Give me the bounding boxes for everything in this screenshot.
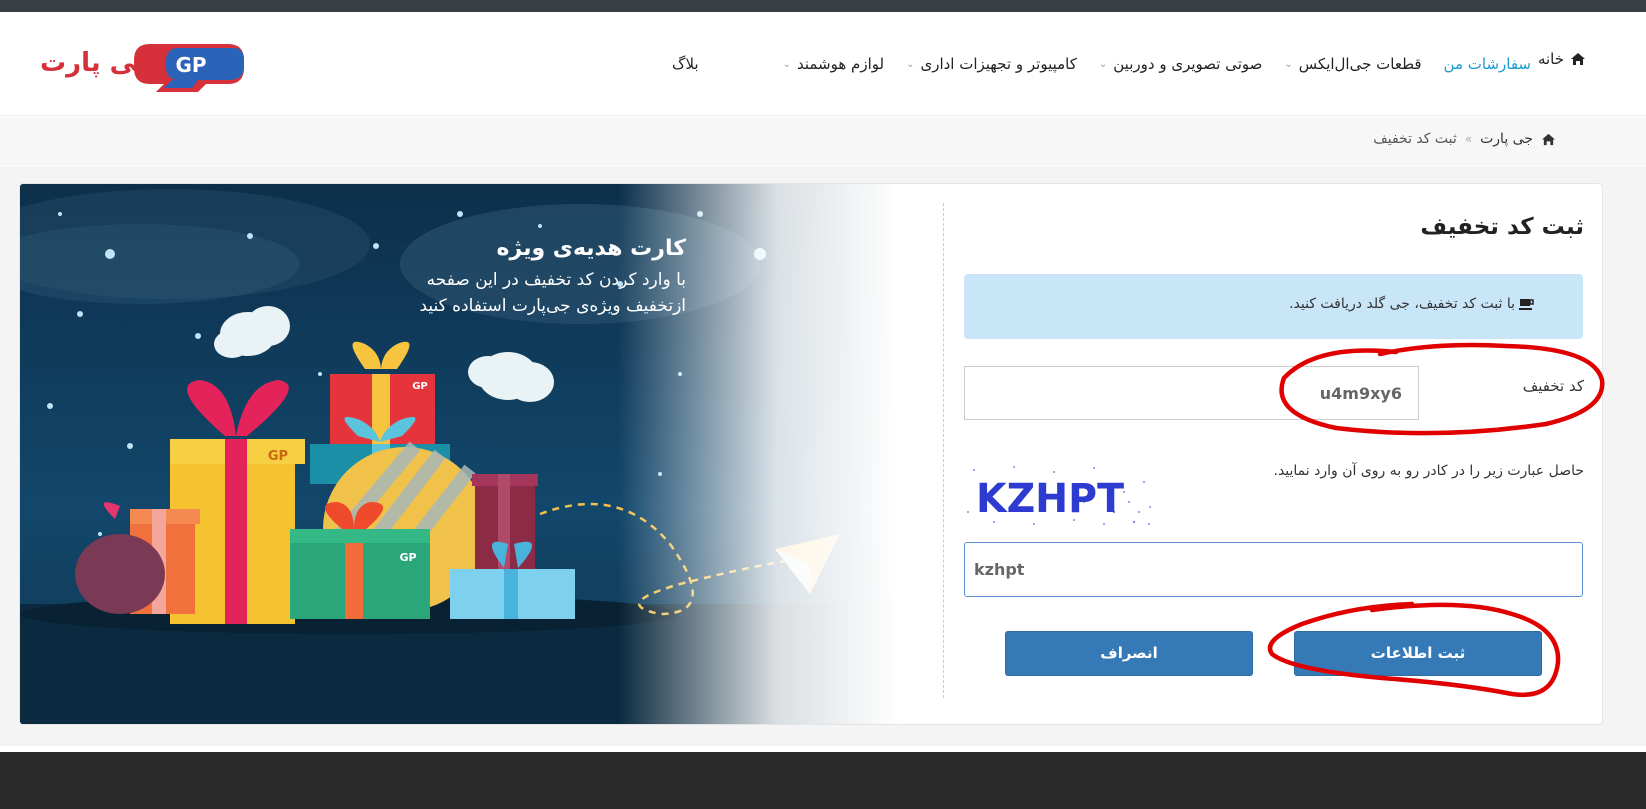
logo-text: جی پارت <box>40 48 155 78</box>
discount-code-input[interactable] <box>964 366 1419 420</box>
captcha-input[interactable] <box>964 542 1583 597</box>
home-icon <box>1571 53 1585 65</box>
captcha-image: KZHPT <box>964 462 1158 530</box>
info-alert: با ثبت کد تخفیف، جی گلد دریافت کنید. <box>964 274 1583 339</box>
submit-button[interactable]: ثبت اطلاعات <box>1294 631 1542 676</box>
chevron-down-icon: ⌄ <box>906 58 915 70</box>
info-alert-text: با ثبت کد تخفیف، جی گلد دریافت کنید. <box>1289 296 1515 312</box>
nav-item-blog[interactable]: بلاگ <box>672 55 699 73</box>
breadcrumb-separator: » <box>1464 132 1473 146</box>
nav-item-smart-devices[interactable]: لوازم هوشمند ⌄ <box>783 55 884 73</box>
breadcrumb-bar: جی پارت » ثبت کد تخفیف <box>0 117 1646 165</box>
breadcrumb-current: ثبت کد تخفیف <box>1373 131 1457 147</box>
coffee-cup-icon <box>1519 298 1534 310</box>
nav-item-audio-video[interactable]: صوتی تصویری و دوربین ⌄ <box>1099 55 1263 73</box>
vertical-divider <box>943 203 944 698</box>
nav-item-computers[interactable]: کامپیوتر و تجهیزات اداری ⌄ <box>906 55 1077 73</box>
nav-item-label: صوتی تصویری و دوربین <box>1113 55 1263 73</box>
nav-item-label: بلاگ <box>672 55 699 73</box>
gift-card-banner: GP GP GP <box>20 184 900 724</box>
home-icon[interactable] <box>1541 133 1556 146</box>
banner-title: کارت هدیه‌ی ویژه <box>496 236 686 261</box>
logo-mark-text: GP <box>175 53 206 77</box>
nav-item-label: کامپیوتر و تجهیزات اداری <box>920 55 1077 73</box>
nav-home-label: خانه <box>1537 50 1564 68</box>
captcha-text: KZHPT <box>976 476 1125 522</box>
nav-item-label: سفارشات من <box>1443 55 1531 73</box>
nav-item-home[interactable]: خانه <box>1538 50 1586 68</box>
main-nav: بلاگ لوازم هوشمند ⌄ کامپیوتر و تجهیزات ا… <box>672 12 1531 116</box>
captcha-instruction: حاصل عبارت زیر را در کادر رو به روی آن و… <box>1273 463 1585 479</box>
nav-item-label: قطعات جی‌ال‌ایکس <box>1298 55 1422 73</box>
chevron-down-icon: ⌄ <box>782 58 791 70</box>
info-alert-content: با ثبت کد تخفیف، جی گلد دریافت کنید. <box>1289 296 1535 312</box>
banner-subtitle-line-2: ازتخفیف ویژه‌ی جی‌پارت استفاده کنید <box>419 296 686 316</box>
nav-item-my-orders[interactable]: سفارشات من <box>1444 55 1531 73</box>
discount-code-label: کد تخفیف <box>1522 377 1584 395</box>
nav-item-glx-parts[interactable]: قطعات جی‌ال‌ایکس ⌄ <box>1284 55 1421 73</box>
gift-illustration: GP GP GP <box>20 184 900 724</box>
chevron-down-icon: ⌄ <box>1284 58 1293 70</box>
site-header: GP جی پارت خانه بلاگ لوازم هوشمند ⌄ کامپ… <box>0 12 1646 116</box>
form-title: ثبت کد تخفیف <box>1420 214 1584 240</box>
chevron-down-icon: ⌄ <box>1098 58 1108 70</box>
cancel-button[interactable]: انصراف <box>1005 631 1253 676</box>
banner-subtitle-line-1: با وارد کردن کد تخفیف در این صفحه <box>426 270 686 290</box>
site-footer <box>0 752 1646 809</box>
breadcrumb-home-link[interactable]: جی پارت <box>1480 131 1533 147</box>
breadcrumb: جی پارت » ثبت کد تخفیف <box>1373 131 1556 147</box>
browser-top-bar <box>0 0 1646 12</box>
nav-item-label: لوازم هوشمند <box>796 55 885 73</box>
